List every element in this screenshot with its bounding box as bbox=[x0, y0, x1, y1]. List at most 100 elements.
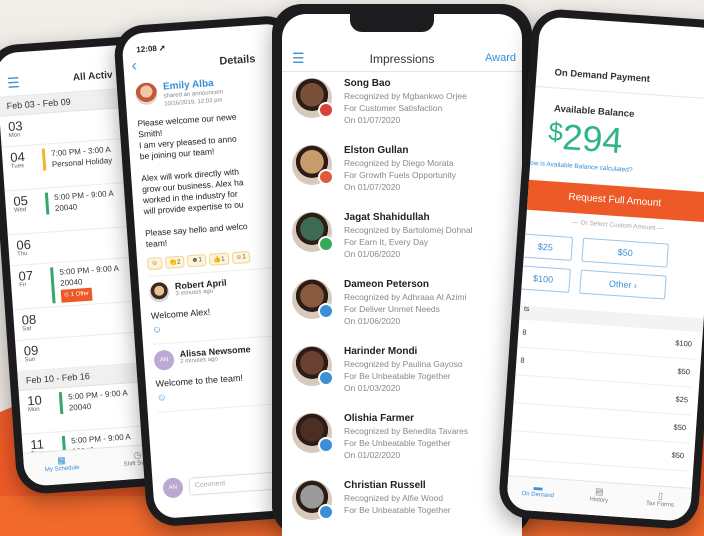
request-full-amount-button[interactable]: Request Full Amount bbox=[522, 179, 704, 223]
impressions-phone: ☰ Impressions Award Song Bao Recognized … bbox=[272, 4, 532, 536]
shift-block[interactable]: 5:00 PM - 9:00 A20040 bbox=[44, 187, 115, 215]
amount-25-button[interactable]: $25 bbox=[517, 233, 574, 261]
award-badge-icon bbox=[318, 437, 334, 453]
recipient-name: Song Bao bbox=[344, 78, 391, 89]
recognition-date: On 01/06/2020 bbox=[344, 316, 401, 326]
recognition-date: On 01/06/2020 bbox=[344, 249, 401, 259]
impression-item[interactable]: Christian Russell Recognized by Alfie Wo… bbox=[282, 474, 522, 536]
avatar: AN bbox=[162, 477, 184, 499]
recognition-date: On 01/02/2020 bbox=[344, 450, 401, 460]
avatar: AN bbox=[153, 349, 175, 371]
recognition-date: On 01/07/2020 bbox=[344, 115, 401, 125]
recipient-name: Jagat Shahidullah bbox=[344, 212, 430, 223]
row-date: 8 bbox=[520, 355, 525, 365]
details-title: Details bbox=[218, 53, 256, 68]
impression-text: Jagat Shahidullah Recognized by Bartolom… bbox=[344, 211, 473, 260]
day-of-week: Wed bbox=[13, 207, 27, 214]
day-of-week: Fri bbox=[19, 282, 27, 289]
day-of-week: Mon bbox=[8, 132, 21, 140]
award-badge-icon bbox=[318, 504, 334, 520]
award-badge-icon bbox=[318, 370, 334, 386]
recognition-reason: For Be Unbeatable Together bbox=[344, 438, 451, 448]
award-button[interactable]: Award bbox=[485, 52, 516, 64]
day-date: 08 Sat bbox=[13, 311, 54, 333]
avatar bbox=[134, 82, 159, 106]
payment-screen: On Demand Payment Available Balance $294… bbox=[505, 16, 704, 522]
recognition-date: On 01/03/2020 bbox=[344, 383, 401, 393]
recognition-date: On 01/07/2020 bbox=[344, 182, 401, 192]
tab-tax-forms[interactable]: ▯ Tax Forms bbox=[628, 485, 691, 522]
payment-title: On Demand Payment bbox=[554, 67, 651, 85]
reaction-clap[interactable]: 👏2 bbox=[164, 255, 186, 269]
impression-item[interactable]: Olishia Farmer Recognized by Benedita Ta… bbox=[282, 407, 522, 474]
offer-badge[interactable]: ⊙ 1 Offer bbox=[60, 287, 93, 303]
row-amount: $50 bbox=[673, 422, 687, 433]
other-amount-button[interactable]: Other › bbox=[579, 269, 667, 300]
impression-item[interactable]: Dameon Peterson Recognized by Adhraaa Al… bbox=[282, 273, 522, 340]
phone-notch bbox=[350, 14, 434, 32]
recognized-by: Recognized by Adhraaa Al Azimi bbox=[344, 292, 467, 302]
recipient-name: Christian Russell bbox=[344, 480, 426, 491]
row-amount: $50 bbox=[671, 450, 685, 461]
recognized-by: Recognized by Alfie Wood bbox=[344, 493, 444, 503]
day-of-week: Sun bbox=[24, 356, 36, 364]
shift-block[interactable]: 7:00 PM - 3:00 A Personal Holiday bbox=[41, 143, 113, 171]
recognition-reason: For Deliver Unmet Needs bbox=[344, 304, 440, 314]
reaction-thumbs-up[interactable]: 👍1 bbox=[208, 252, 230, 266]
row-amount: $25 bbox=[675, 394, 689, 405]
reaction-laugh[interactable]: ☺1 bbox=[231, 250, 251, 265]
award-badge-icon bbox=[318, 303, 334, 319]
recognized-by: Recognized by Diego Morata bbox=[344, 158, 454, 168]
award-badge-icon bbox=[318, 169, 334, 185]
amount-100-button[interactable]: $100 bbox=[515, 265, 571, 293]
day-of-week: Mon bbox=[27, 406, 40, 414]
impression-item[interactable]: Jagat Shahidullah Recognized by Bartolom… bbox=[282, 206, 522, 273]
day-of-week: Thu bbox=[16, 251, 28, 258]
day-date: 04 Tues bbox=[2, 149, 43, 171]
recognized-by: Recognized by Mgbankwo Orjee bbox=[344, 91, 467, 101]
shift-location: 20040 bbox=[75, 486, 135, 487]
schedule-title: All Activ bbox=[72, 69, 113, 84]
recipient-name: Olishia Farmer bbox=[344, 413, 415, 424]
back-chevron-icon[interactable]: ‹ bbox=[131, 57, 138, 75]
chevron-right-icon: › bbox=[633, 280, 638, 291]
impression-item[interactable]: Harinder Mondi Recognized by Paulina Gay… bbox=[282, 340, 522, 407]
balance-amount: $294 bbox=[547, 116, 624, 162]
tab-on-demand[interactable]: ▬ On Demand bbox=[506, 476, 569, 513]
impressions-screen: ☰ Impressions Award Song Bao Recognized … bbox=[282, 14, 522, 536]
day-date: 05 Wed bbox=[5, 193, 46, 215]
recipient-name: Harinder Mondi bbox=[344, 346, 418, 357]
recognized-by: Recognized by Paulina Gayoso bbox=[344, 359, 463, 369]
row-amount: $100 bbox=[674, 338, 693, 349]
impression-item[interactable]: Elston Gullan Recognized by Diego Morata… bbox=[282, 139, 522, 206]
recognition-reason: For Customer Satisfaction bbox=[344, 103, 443, 113]
day-date: 07 Fri bbox=[10, 268, 51, 290]
payment-phone: On Demand Payment Available Balance $294… bbox=[497, 7, 704, 531]
add-reaction-icon[interactable]: ☺ bbox=[146, 257, 163, 271]
day-of-week: Sat bbox=[22, 325, 32, 333]
day-date: 09 Sun bbox=[15, 342, 56, 364]
recipient-name: Dameon Peterson bbox=[344, 279, 430, 290]
impressions-list: Song Bao Recognized by Mgbankwo Orjee Fo… bbox=[282, 72, 522, 536]
reaction-smile[interactable]: ☻1 bbox=[187, 254, 207, 268]
recognized-by: Recognized by Benedita Tavares bbox=[344, 426, 469, 436]
status-time: 12:08 ➚ bbox=[136, 43, 167, 55]
tab-label: Tax Forms bbox=[645, 500, 675, 509]
recognition-reason: For Be Unbeatable Together bbox=[344, 505, 451, 515]
impression-text: Dameon Peterson Recognized by Adhraaa Al… bbox=[344, 278, 466, 327]
tab-history[interactable]: ▤ History bbox=[567, 480, 630, 517]
tab-my-schedule[interactable]: ▦ My Schedule bbox=[23, 449, 101, 487]
shift-block[interactable]: 5:00 PM - 9:00 A 20040 ⊙ 1 Offer bbox=[50, 262, 122, 304]
day-date: 06 Thu bbox=[8, 237, 49, 259]
menu-icon[interactable]: ☰ bbox=[7, 74, 21, 92]
impression-text: Elston Gullan Recognized by Diego Morata… bbox=[344, 144, 456, 193]
recognition-reason: For Growth Fuels Opportunity bbox=[344, 170, 456, 180]
author-row: Emily Alba shared an announcem 10/16/201… bbox=[134, 73, 283, 110]
day-date: 03 Mon bbox=[0, 118, 41, 140]
shift-block[interactable]: 5:00 PM - 9:00 A20040 bbox=[58, 387, 129, 415]
impression-item[interactable]: Song Bao Recognized by Mgbankwo Orjee Fo… bbox=[282, 72, 522, 139]
avatar bbox=[148, 281, 171, 304]
post-body: Please welcome our newe Smith! I am very… bbox=[137, 111, 248, 250]
day-date: 10 Mon bbox=[19, 392, 60, 414]
amount-50-button[interactable]: $50 bbox=[581, 237, 669, 268]
